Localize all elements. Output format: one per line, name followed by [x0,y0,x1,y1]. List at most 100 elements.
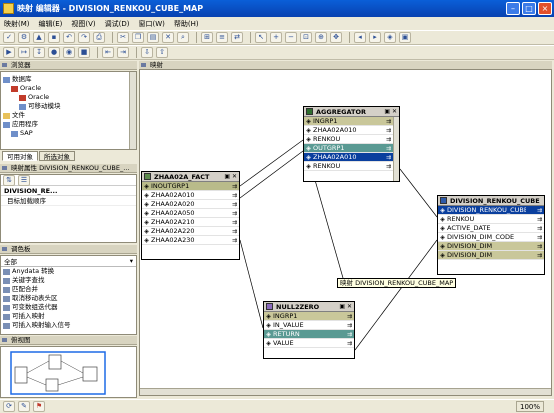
redo-icon[interactable]: ↷ [78,32,90,43]
canvas-hscrollbar[interactable] [140,388,551,395]
link-aggregator-division[interactable] [399,168,438,218]
tab-available-objects[interactable]: 可用对象 [2,151,38,161]
operator-controls[interactable]: ▣ ✕ [384,108,397,115]
menu-window[interactable]: 窗口(W) [139,19,165,29]
zoom-level[interactable]: 100% [515,401,544,412]
menu-debug[interactable]: 调试(D) [105,19,130,29]
link-zhaa-aggregator[interactable] [239,139,304,187]
port-output-icon[interactable]: ⇉ [221,227,239,236]
port-output-icon[interactable]: ⇉ [526,242,544,251]
print-icon[interactable]: ⎙ [93,32,105,43]
port-input-icon[interactable]: ◈ [304,162,313,171]
port-output-icon[interactable]: ⇉ [221,236,239,245]
status-warning-icon[interactable]: ⚑ [33,401,45,412]
pin-icon[interactable] [2,166,7,170]
port-input-icon[interactable]: ◈ [438,242,447,251]
tree-item[interactable]: Oracle [3,84,136,93]
port-output-icon[interactable]: ⇉ [336,339,354,348]
port-input-icon[interactable]: ◈ [304,144,313,153]
port-output-icon[interactable]: ⇉ [375,117,393,126]
port-input-icon[interactable]: ◈ [142,218,151,227]
pin-icon[interactable] [2,338,7,342]
port-output-icon[interactable]: ⇉ [221,209,239,218]
port-output-icon[interactable]: ⇉ [526,206,544,215]
operator-port[interactable]: ◈ DIVISION_DIM ⇉ [438,251,544,260]
port-input-icon[interactable]: ◈ [304,126,313,135]
property-target-load-order[interactable]: 目标加载顺序 [1,196,136,206]
delete-icon[interactable]: ✕ [162,32,174,43]
browser-scrollbar[interactable] [129,72,136,149]
port-output-icon[interactable]: ⇉ [221,200,239,209]
menu-help[interactable]: 帮助(H) [174,19,199,29]
palette-item[interactable]: 匹配合并 [1,285,136,294]
sort-icon[interactable]: ⇅ [3,175,15,186]
palette-item[interactable]: Anydata 转换 [1,267,136,276]
operator-scrollbar[interactable] [393,117,399,181]
copy-icon[interactable]: ❐ [132,32,144,43]
collapse-icon[interactable]: ◂ [354,32,366,43]
port-output-icon[interactable]: ⇉ [336,321,354,330]
pin-icon[interactable] [2,63,7,67]
port-output-icon[interactable]: ⇉ [526,233,544,242]
menu-edit[interactable]: 编辑(E) [39,19,63,29]
operator-controls[interactable]: ▣ ✕ [339,303,352,310]
operator-title[interactable]: ZHAA02A_FACT ▣ ✕ [142,172,239,182]
menu-view[interactable]: 视图(V) [71,19,95,29]
connect-icon[interactable]: ⇄ [231,32,243,43]
palette-item[interactable]: 可变数组迭代器 [1,303,136,312]
port-output-icon[interactable]: ⇉ [221,218,239,227]
port-output-icon[interactable]: ⇉ [375,135,393,144]
port-output-icon[interactable]: ⇉ [375,153,393,162]
stop-debug-icon[interactable]: ■ [78,47,90,58]
bird-eye-panel[interactable] [0,346,137,398]
port-input-icon[interactable]: ◈ [438,206,447,215]
watch-icon[interactable]: ◉ [63,47,75,58]
port-output-icon[interactable]: ⇉ [221,182,239,191]
group-icon[interactable]: ▣ [399,32,411,43]
operator-title[interactable]: AGGREGATOR ▣ ✕ [304,107,399,117]
operator-zhaa02a-fact[interactable]: ZHAA02A_FACT ▣ ✕ ◈ INOUTGRP1 ⇉ ◈ ZHAA02A010 ⇉… [141,171,240,260]
operator-port[interactable]: ◈ VALUE ⇉ [264,339,354,348]
chevron-down-icon[interactable]: ▾ [130,257,133,265]
zoom-fit-icon[interactable]: ⊡ [300,32,312,43]
mapping-canvas[interactable]: ZHAA02A_FACT ▣ ✕ ◈ INOUTGRP1 ⇉ ◈ ZHAA02A010 ⇉… [139,69,552,396]
operator-controls[interactable]: ▣ ✕ [224,173,237,180]
validate-icon[interactable]: ✓ [3,32,15,43]
pin-icon[interactable] [2,247,7,251]
close-button[interactable]: × [538,2,552,15]
port-input-icon[interactable]: ◈ [142,191,151,200]
port-input-icon[interactable]: ◈ [142,200,151,209]
align-right-icon[interactable]: ⇥ [117,47,129,58]
port-output-icon[interactable]: ⇉ [336,330,354,339]
operator-aggregator[interactable]: AGGREGATOR ▣ ✕ ◈ INGRP1 ⇉ ◈ ZHAA02A010 ⇉ ◈ RENK… [303,106,400,182]
pin-icon[interactable] [141,63,146,67]
align-left-icon[interactable]: ⇤ [102,47,114,58]
tree-item[interactable]: 可移动模块 [3,102,136,111]
palette-item[interactable]: 可插入映射 [1,312,136,321]
port-input-icon[interactable]: ◈ [304,135,313,144]
generate-icon[interactable]: ⚙ [18,32,30,43]
port-input-icon[interactable]: ◈ [142,209,151,218]
spot-icon[interactable]: ◈ [384,32,396,43]
link-zhaa-aggregator[interactable] [239,150,304,199]
tree-item[interactable]: 文件 [3,111,136,120]
link-zhaa-nullzero[interactable] [239,239,264,329]
step-icon[interactable]: ↦ [18,47,30,58]
port-input-icon[interactable]: ◈ [438,251,447,260]
tree-item[interactable]: Oracle [3,93,136,102]
port-output-icon[interactable]: ⇉ [375,162,393,171]
port-output-icon[interactable]: ⇉ [526,215,544,224]
port-input-icon[interactable]: ◈ [438,224,447,233]
palette-item[interactable]: 取消移动表头区 [1,294,136,303]
port-input-icon[interactable]: ◈ [438,215,447,224]
port-input-icon[interactable]: ◈ [304,153,313,162]
categorize-icon[interactable]: ☰ [18,175,30,186]
breakpoint-icon[interactable]: ● [48,47,60,58]
palette-item[interactable]: 关键字查找 [1,276,136,285]
minimize-button[interactable]: – [506,2,520,15]
menu-mapping[interactable]: 映射(M) [4,19,30,29]
properties-icon[interactable]: ≡ [216,32,228,43]
port-input-icon[interactable]: ◈ [264,321,273,330]
port-input-icon[interactable]: ◈ [438,233,447,242]
port-output-icon[interactable]: ⇉ [375,144,393,153]
